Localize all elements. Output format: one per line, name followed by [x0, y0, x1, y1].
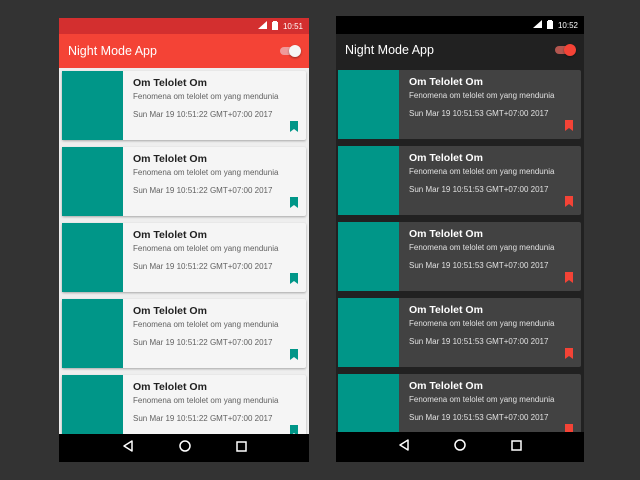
card-date: Sun Mar 19 10:51:53 GMT+07:00 2017	[409, 261, 549, 270]
card-title: Om Telolet Om	[409, 152, 483, 164]
card-description: Fenomena om telolet om yang mendunia	[133, 168, 279, 177]
card-image	[338, 298, 399, 367]
card-description: Fenomena om telolet om yang mendunia	[409, 91, 555, 100]
back-icon[interactable]	[398, 438, 410, 456]
card-date: Sun Mar 19 10:51:22 GMT+07:00 2017	[133, 338, 273, 347]
card-date: Sun Mar 19 10:51:22 GMT+07:00 2017	[133, 186, 273, 195]
card-description: Fenomena om telolet om yang mendunia	[409, 243, 555, 252]
back-icon[interactable]	[122, 439, 134, 457]
app-bar: Night Mode App	[59, 34, 309, 68]
card-title: Om Telolet Om	[133, 153, 207, 165]
navigation-bar	[59, 434, 309, 462]
network-icon	[257, 21, 267, 31]
card-date: Sun Mar 19 10:51:22 GMT+07:00 2017	[133, 110, 273, 119]
app-title: Night Mode App	[345, 43, 434, 57]
status-bar: 10:51	[59, 18, 309, 34]
card-date: Sun Mar 19 10:51:53 GMT+07:00 2017	[409, 109, 549, 118]
night-mode-switch[interactable]	[554, 43, 576, 57]
bookmark-icon[interactable]	[290, 349, 298, 360]
app-bar: Night Mode App	[336, 34, 584, 66]
night-mode-switch[interactable]	[279, 44, 301, 58]
list-item[interactable]: Om Telolet Om Fenomena om telolet om yan…	[338, 222, 581, 291]
card-image	[338, 70, 399, 139]
bookmark-icon[interactable]	[290, 273, 298, 284]
card-date: Sun Mar 19 10:51:22 GMT+07:00 2017	[133, 414, 273, 423]
card-image	[62, 147, 123, 216]
card-description: Fenomena om telolet om yang mendunia	[133, 244, 279, 253]
battery-icon	[271, 20, 278, 32]
bookmark-icon[interactable]	[565, 272, 573, 283]
card-image	[62, 71, 123, 140]
list-item[interactable]: Om Telolet Om Fenomena om telolet om yan…	[62, 71, 306, 140]
card-date: Sun Mar 19 10:51:53 GMT+07:00 2017	[409, 337, 549, 346]
card-description: Fenomena om telolet om yang mendunia	[409, 319, 555, 328]
card-date: Sun Mar 19 10:51:53 GMT+07:00 2017	[409, 185, 549, 194]
bookmark-icon[interactable]	[290, 121, 298, 132]
list-item[interactable]: Om Telolet Om Fenomena om telolet om yan…	[338, 298, 581, 367]
status-time: 10:52	[557, 20, 578, 30]
card-description: Fenomena om telolet om yang mendunia	[133, 396, 279, 405]
status-bar: 10:52	[336, 16, 584, 34]
switch-thumb	[289, 45, 301, 57]
switch-thumb	[564, 44, 576, 56]
card-title: Om Telolet Om	[409, 304, 483, 316]
card-image	[62, 299, 123, 368]
card-description: Fenomena om telolet om yang mendunia	[133, 92, 279, 101]
list-item[interactable]: Om Telolet Om Fenomena om telolet om yan…	[62, 299, 306, 368]
network-icon	[532, 20, 542, 30]
bookmark-icon[interactable]	[290, 197, 298, 208]
list-item[interactable]: Om Telolet Om Fenomena om telolet om yan…	[338, 70, 581, 139]
recent-apps-icon[interactable]	[511, 438, 522, 456]
home-icon[interactable]	[178, 439, 191, 457]
app-title: Night Mode App	[68, 44, 157, 58]
card-title: Om Telolet Om	[133, 381, 207, 393]
card-title: Om Telolet Om	[133, 305, 207, 317]
card-description: Fenomena om telolet om yang mendunia	[133, 320, 279, 329]
bookmark-icon[interactable]	[565, 196, 573, 207]
home-icon[interactable]	[454, 438, 467, 456]
card-list[interactable]: Om Telolet Om Fenomena om telolet om yan…	[59, 68, 309, 444]
bookmark-icon[interactable]	[565, 348, 573, 359]
recent-apps-icon[interactable]	[235, 439, 247, 457]
phone-dark-mode: 10:52 Night Mode App Om Telolet Om Fenom…	[336, 16, 584, 462]
bookmark-icon[interactable]	[565, 120, 573, 131]
card-title: Om Telolet Om	[133, 229, 207, 241]
card-title: Om Telolet Om	[409, 228, 483, 240]
navigation-bar	[336, 432, 584, 462]
battery-icon	[546, 19, 553, 31]
card-description: Fenomena om telolet om yang mendunia	[409, 395, 555, 404]
card-list[interactable]: Om Telolet Om Fenomena om telolet om yan…	[336, 66, 584, 443]
status-time: 10:51	[282, 21, 303, 31]
card-image	[338, 222, 399, 291]
phone-light-mode: 10:51 Night Mode App Om Telolet Om Fenom…	[59, 18, 309, 462]
card-image	[338, 146, 399, 215]
card-title: Om Telolet Om	[409, 380, 483, 392]
card-date: Sun Mar 19 10:51:22 GMT+07:00 2017	[133, 262, 273, 271]
card-date: Sun Mar 19 10:51:53 GMT+07:00 2017	[409, 413, 549, 422]
card-image	[62, 223, 123, 292]
card-description: Fenomena om telolet om yang mendunia	[409, 167, 555, 176]
card-title: Om Telolet Om	[133, 77, 207, 89]
list-item[interactable]: Om Telolet Om Fenomena om telolet om yan…	[62, 223, 306, 292]
list-item[interactable]: Om Telolet Om Fenomena om telolet om yan…	[338, 146, 581, 215]
list-item[interactable]: Om Telolet Om Fenomena om telolet om yan…	[62, 147, 306, 216]
card-title: Om Telolet Om	[409, 76, 483, 88]
